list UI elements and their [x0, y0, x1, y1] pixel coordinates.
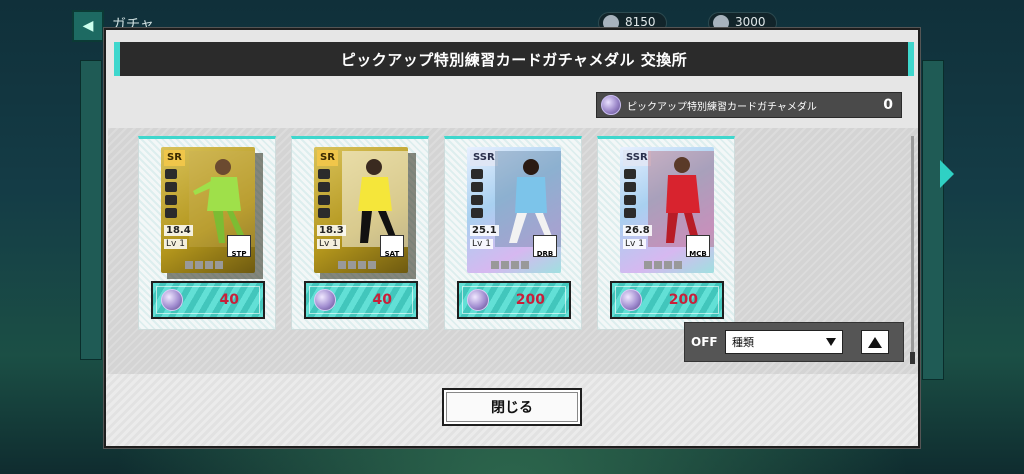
filter-dropdown-value: 種類 [732, 336, 754, 349]
rarity-badge: SSR [470, 150, 498, 166]
player-portrait [189, 151, 255, 247]
rarity-badge: SR [164, 150, 185, 166]
player-card[interactable]: SR 18.3 Lv 1 SAT [314, 147, 408, 273]
left-menu-strip [80, 60, 102, 360]
exchange-card-2[interactable]: SR 18.3 Lv 1 SAT 40 [291, 136, 429, 330]
next-arrow-icon[interactable] [940, 160, 954, 188]
upgrade-pips [338, 261, 376, 269]
arrow-up-icon [868, 336, 882, 348]
close-button[interactable]: 閉じる [442, 388, 582, 426]
medal-counter: ピックアップ特別練習カードガチャメダル 0 [596, 92, 902, 118]
exchange-price: 200 [668, 292, 698, 308]
back-button[interactable]: ◀ [72, 10, 104, 42]
exchange-price: 40 [219, 292, 239, 308]
exchange-button[interactable]: 200 [610, 281, 724, 319]
medal-icon [314, 289, 336, 311]
exchange-card-4[interactable]: SSR 26.8 Lv 1 MCB 200 [597, 136, 735, 330]
exchange-button[interactable]: 40 [304, 281, 418, 319]
exchange-modal: ピックアップ特別練習カードガチャメダル 交換所 ピックアップ特別練習カードガチャ… [104, 28, 920, 448]
upgrade-pips [644, 261, 682, 269]
medal-count: 0 [883, 97, 893, 113]
card-power: 26.8 [623, 225, 652, 236]
scrollbar[interactable] [910, 136, 915, 364]
medal-icon [467, 289, 489, 311]
stat-icons [623, 169, 639, 221]
position-badge: SAT [380, 235, 404, 258]
exchange-price: 200 [515, 292, 545, 308]
position-badge: MCB [686, 235, 710, 258]
medal-icon [601, 95, 621, 115]
player-card[interactable]: SSR 25.1 Lv 1 DRB [467, 147, 561, 273]
card-level: Lv 1 [317, 239, 340, 249]
exchange-price: 40 [372, 292, 392, 308]
exchange-card-3[interactable]: SSR 25.1 Lv 1 DRB 200 [444, 136, 582, 330]
chevron-down-icon [826, 338, 836, 346]
player-card[interactable]: SR 18.4 Lv 1 STP [161, 147, 255, 273]
stat-icons [317, 169, 333, 221]
player-portrait [495, 151, 561, 247]
card-power: 25.1 [470, 225, 499, 236]
player-portrait [342, 151, 408, 247]
rarity-badge: SR [317, 150, 338, 166]
exchange-button[interactable]: 200 [457, 281, 571, 319]
card-level: Lv 1 [470, 239, 493, 249]
upgrade-pips [185, 261, 223, 269]
stat-icons [164, 169, 180, 221]
stat-icons [470, 169, 486, 221]
modal-footer: 閉じる [106, 374, 918, 446]
card-power: 18.3 [317, 225, 346, 236]
right-menu-strip [922, 60, 944, 380]
card-level: Lv 1 [164, 239, 187, 249]
scrollbar-thumb[interactable] [910, 352, 915, 364]
card-list: SR 18.4 Lv 1 STP 40 SR 18.3 Lv 1 SAT 40 … [108, 128, 918, 374]
position-badge: STP [227, 235, 251, 258]
exchange-button[interactable]: 40 [151, 281, 265, 319]
card-level: Lv 1 [623, 239, 646, 249]
filter-toggle[interactable]: OFF [691, 335, 725, 349]
upgrade-pips [491, 261, 529, 269]
position-badge: DRB [533, 235, 557, 258]
filter-bar: OFF 種類 [684, 322, 904, 362]
exchange-card-1[interactable]: SR 18.4 Lv 1 STP 40 [138, 136, 276, 330]
card-power: 18.4 [164, 225, 193, 236]
rarity-badge: SSR [623, 150, 651, 166]
modal-title: ピックアップ特別練習カードガチャメダル 交換所 [340, 50, 688, 69]
player-portrait [648, 151, 714, 247]
modal-header: ピックアップ特別練習カードガチャメダル 交換所 [114, 42, 914, 76]
filter-dropdown[interactable]: 種類 [725, 330, 843, 354]
medal-icon [161, 289, 183, 311]
medal-icon [620, 289, 642, 311]
medal-counter-label: ピックアップ特別練習カードガチャメダル [627, 101, 817, 113]
player-card[interactable]: SSR 26.8 Lv 1 MCB [620, 147, 714, 273]
sort-order-button[interactable] [861, 330, 889, 354]
